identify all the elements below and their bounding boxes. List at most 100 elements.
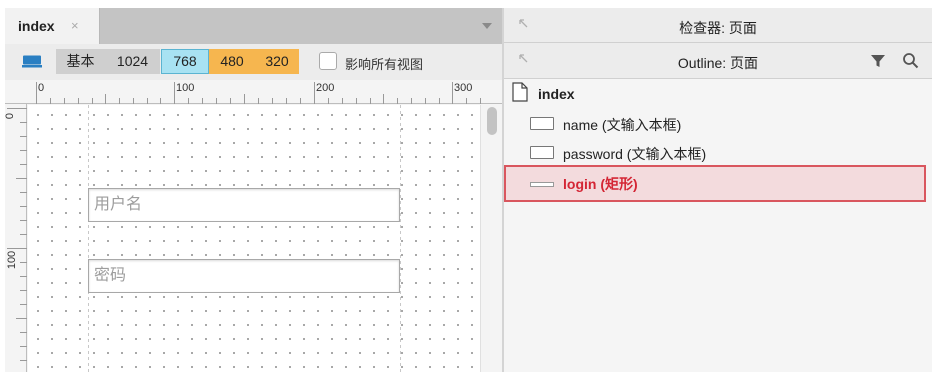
filter-icon[interactable] [870, 53, 886, 69]
inspector-header: 检查器: 页面 [504, 8, 932, 43]
ruler-tick [133, 98, 134, 104]
ruler-tick [20, 192, 27, 193]
ruler-tick [20, 136, 27, 137]
ruler-tick [20, 220, 27, 221]
ruler-tick [20, 150, 27, 151]
search-icon[interactable] [902, 52, 919, 69]
outline-root-index[interactable]: index [504, 79, 932, 109]
design-canvas[interactable]: 用户名 密码 [28, 105, 480, 372]
ruler-tick [20, 262, 27, 263]
outline-tree: index name (文输入本框) password (文输入本框) logi… [504, 79, 932, 372]
ruler-tick [370, 98, 371, 104]
ruler-tick [160, 98, 161, 104]
inspector-title: 检查器: 页面 [679, 20, 757, 36]
affect-all-views-label: 影响所有视图 [345, 57, 424, 72]
ruler-tick [64, 98, 65, 104]
vertical-ruler: 0 100 [4, 104, 27, 372]
username-field[interactable]: 用户名 [88, 188, 400, 222]
ruler-tick [480, 98, 481, 104]
ruler-tick [20, 290, 27, 291]
layout-guide [400, 105, 401, 372]
ruler-tick [20, 164, 27, 165]
ruler-tick [244, 94, 245, 104]
breakpoint-320[interactable]: 320 [255, 49, 299, 74]
ruler-tick [174, 82, 175, 104]
ruler-tick [119, 98, 120, 104]
ruler-tick [20, 332, 27, 333]
ruler-tick [411, 98, 412, 104]
outline-item-label: name (文输入本框) [563, 117, 682, 133]
ruler-left-label-0: 0 [4, 112, 17, 120]
outline-item-login[interactable]: login (矩形) [504, 169, 932, 199]
ruler-tick [300, 98, 301, 104]
breakpoint-1024[interactable]: 1024 [105, 49, 160, 74]
ruler-tick [425, 98, 426, 104]
app-window: index × 基本 1024 768 480 320 影响所有视图 0 100… [0, 0, 938, 372]
ruler-tick [314, 82, 315, 104]
ruler-tick [258, 98, 259, 104]
tab-close-icon[interactable]: × [71, 18, 79, 33]
ruler-tick [92, 98, 93, 104]
outline-item-password[interactable]: password (文输入本框) [504, 137, 932, 167]
rectangle-icon [530, 182, 554, 187]
ruler-tick [230, 98, 231, 104]
ruler-tick [216, 98, 217, 104]
tab-label: index [18, 18, 55, 34]
scrollbar-thumb[interactable] [487, 107, 497, 135]
ruler-tick [286, 98, 287, 104]
text-field-icon [530, 117, 554, 130]
ruler-label-200: 200 [316, 82, 335, 94]
outline-item-label: login (矩形) [563, 176, 638, 192]
tab-bar: index × [5, 8, 502, 44]
ruler-tick [78, 98, 79, 104]
outline-root-label: index [538, 86, 575, 102]
ruler-tick [16, 318, 27, 319]
canvas-scrollbar[interactable] [480, 105, 502, 372]
ruler-tick [202, 98, 203, 104]
ruler-tick [36, 82, 37, 104]
text-field-icon [530, 146, 554, 159]
device-icon[interactable] [22, 55, 42, 68]
layout-guide [88, 105, 89, 372]
outline-header: Outline: 页面 [504, 43, 932, 79]
ruler-tick [20, 122, 27, 123]
ruler-label-0: 0 [38, 82, 45, 94]
ruler-left-label-100: 100 [6, 250, 19, 270]
ruler-tick [383, 94, 384, 104]
ruler-tick [16, 178, 27, 179]
breakpoint-basic[interactable]: 基本 [56, 49, 105, 74]
ruler-tick [20, 276, 27, 277]
breakpoint-toolbar: 基本 1024 768 480 320 影响所有视图 [5, 44, 502, 80]
ruler-tick [7, 108, 27, 109]
page-icon [512, 82, 528, 102]
ruler-tick [20, 206, 27, 207]
ruler-tick [20, 360, 27, 361]
ruler-tick [20, 304, 27, 305]
ruler-tick [452, 82, 453, 104]
ruler-label-100: 100 [176, 82, 195, 94]
tab-index[interactable]: index × [5, 8, 100, 44]
password-field[interactable]: 密码 [88, 259, 400, 293]
ruler-tick [342, 98, 343, 104]
horizontal-ruler: 0 100 200 300 [5, 80, 502, 104]
ruler-tick [20, 346, 27, 347]
ruler-label-300: 300 [454, 82, 473, 94]
ruler-tick [105, 94, 106, 104]
ruler-tick [328, 98, 329, 104]
affect-all-views-checkbox[interactable] [319, 52, 337, 70]
ruler-tick [466, 98, 467, 104]
ruler-tick [356, 98, 357, 104]
ruler-tick [7, 248, 27, 249]
ruler-tick [272, 98, 273, 104]
breakpoint-480[interactable]: 480 [209, 49, 255, 74]
ruler-tick [20, 234, 27, 235]
ruler-tick [50, 98, 51, 104]
outline-item-name[interactable]: name (文输入本框) [504, 108, 932, 138]
tab-menu-chevron-icon[interactable] [482, 23, 492, 29]
breakpoint-768[interactable]: 768 [161, 49, 209, 74]
outline-item-label: password (文输入本框) [563, 146, 707, 162]
ruler-tick [188, 98, 189, 104]
ruler-tick [397, 98, 398, 104]
page-editor: index × 基本 1024 768 480 320 影响所有视图 0 100… [4, 8, 502, 372]
outline-title: Outline: 页面 [677, 55, 759, 71]
